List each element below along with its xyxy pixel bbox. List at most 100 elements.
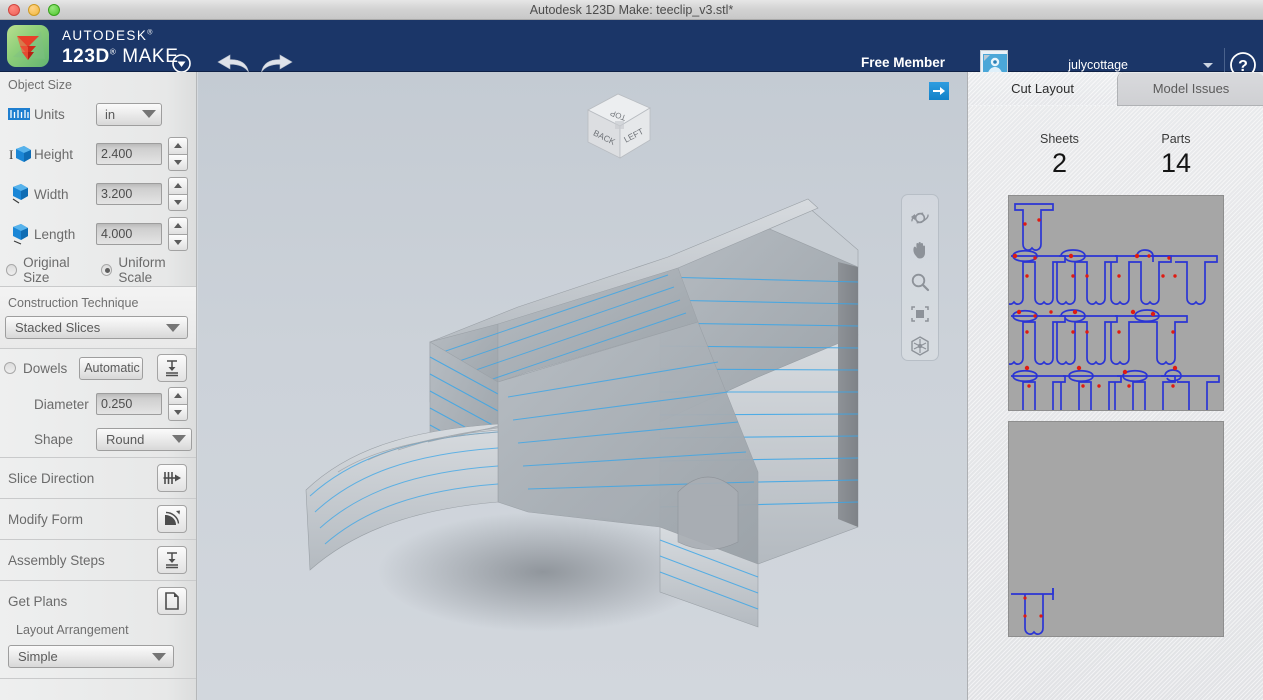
uniform-scale-radio[interactable]: Uniform Scale <box>101 255 196 285</box>
diameter-stepper[interactable] <box>168 387 188 421</box>
height-row: I Height <box>0 134 196 174</box>
navigation-toolbar[interactable] <box>901 194 939 361</box>
height-increment-button[interactable] <box>168 137 188 154</box>
get-plans-section[interactable]: Get Plans Layout Arrangement Simple <box>0 581 196 679</box>
tab-cut-layout[interactable]: Cut Layout <box>968 72 1117 106</box>
chevron-down-icon <box>172 435 186 443</box>
units-label: Units <box>34 106 65 122</box>
zoom-window-button[interactable] <box>48 4 60 16</box>
construction-technique-section: Construction Technique Stacked Slices <box>0 287 196 349</box>
dowels-mode-value: Automatic <box>84 361 140 375</box>
layout-arrangement-title: Layout Arrangement <box>16 623 129 637</box>
units-dropdown[interactable]: in <box>96 102 162 126</box>
diameter-decrement-button[interactable] <box>168 403 188 421</box>
width-increment-button[interactable] <box>168 177 188 194</box>
sheets-value: 2 <box>1051 148 1067 178</box>
modify-form-row[interactable]: Modify Form <box>0 499 196 539</box>
radio-dot <box>6 264 18 276</box>
modify-form-label: Modify Form <box>8 511 84 527</box>
slice-direction-label: Slice Direction <box>8 470 95 486</box>
sheet-thumbnail-1[interactable] <box>1007 195 1224 411</box>
construction-technique-value: Stacked Slices <box>15 320 101 335</box>
length-input[interactable] <box>96 223 162 245</box>
object-size-title: Object Size <box>8 78 72 92</box>
get-plans-row[interactable]: Get Plans <box>0 581 196 621</box>
shape-label: Shape <box>34 431 74 447</box>
right-panel-tabs[interactable]: Cut Layout Model Issues <box>968 72 1263 106</box>
orbit-icon[interactable] <box>906 205 934 230</box>
width-decrement-button[interactable] <box>168 193 188 211</box>
height-decrement-button[interactable] <box>168 153 188 171</box>
height-stepper[interactable] <box>168 137 188 171</box>
dowels-toggle-radio[interactable] <box>4 362 16 374</box>
length-cube-icon <box>8 223 34 245</box>
height-label: Height <box>34 146 74 162</box>
height-input[interactable] <box>96 143 162 165</box>
layout-arrangement-dropdown[interactable]: Simple <box>8 645 174 668</box>
app-window: Autodesk 123D Make: teeclip_v3.stl* AUTO… <box>0 0 1263 700</box>
length-stepper[interactable] <box>168 217 188 251</box>
modify-form-icon[interactable] <box>157 505 187 533</box>
shape-dropdown[interactable]: Round <box>96 427 192 451</box>
original-size-label: Original Size <box>23 255 70 285</box>
shape-value: Round <box>106 431 145 447</box>
parts-value: 14 <box>1160 148 1191 178</box>
width-stepper[interactable] <box>168 177 188 211</box>
object-size-section: Object Size Units in I Height 2.400 Widt… <box>0 72 196 287</box>
expand-arrow-icon[interactable] <box>929 82 949 100</box>
construction-technique-dropdown[interactable]: Stacked Slices <box>5 316 188 339</box>
pan-icon[interactable] <box>906 237 934 262</box>
view-cube-icon[interactable] <box>906 333 934 358</box>
autodesk-123d-logo-icon <box>7 25 49 67</box>
assembly-steps-row[interactable]: Assembly Steps <box>0 540 196 580</box>
width-input[interactable] <box>96 183 162 205</box>
width-row: Width <box>0 174 196 214</box>
stacked-slices-model[interactable] <box>198 72 967 700</box>
tab-model-issues[interactable]: Model Issues <box>1117 72 1263 106</box>
length-decrement-button[interactable] <box>168 233 188 251</box>
view-cube[interactable]: TOP BACK LEFT <box>576 88 662 166</box>
dowels-automatic-button[interactable]: Automatic <box>79 356 143 380</box>
3d-viewport[interactable]: TOP BACK LEFT <box>198 72 967 700</box>
app-menu-caret-icon[interactable] <box>172 54 191 73</box>
left-sidebar: Object Size Units in I Height 2.400 Widt… <box>0 72 197 700</box>
close-window-button[interactable] <box>8 4 20 16</box>
chevron-down-icon <box>142 110 156 118</box>
slice-direction-section[interactable]: Slice Direction <box>0 458 196 499</box>
layout-arrangement-value: Simple <box>18 649 58 664</box>
length-increment-button[interactable] <box>168 217 188 234</box>
original-size-radio[interactable]: Original Size <box>6 255 93 285</box>
membership-label: Free Member <box>860 55 945 70</box>
length-label: Length <box>34 226 76 242</box>
slice-direction-icon[interactable] <box>157 464 187 492</box>
window-title: Autodesk 123D Make: teeclip_v3.stl* <box>529 2 734 17</box>
zoom-icon[interactable] <box>906 269 934 294</box>
radio-dot-selected <box>101 264 113 276</box>
sheet-thumbnail-2[interactable]: 2 <box>1007 421 1224 637</box>
height-cube-icon: I <box>8 143 34 165</box>
modify-form-section[interactable]: Modify Form <box>0 499 196 540</box>
units-value: in <box>105 106 116 122</box>
user-menu-chevron-down-icon[interactable] <box>1203 63 1213 68</box>
shape-row: Shape Round <box>0 421 196 457</box>
diameter-input[interactable] <box>96 393 162 415</box>
brand-autodesk: AUTODESK <box>62 28 148 43</box>
diameter-increment-button[interactable] <box>168 387 188 404</box>
username-label[interactable]: julycottage <box>1068 58 1128 72</box>
traffic-lights[interactable] <box>8 4 60 16</box>
minimize-window-button[interactable] <box>28 4 40 16</box>
assembly-steps-label: Assembly Steps <box>8 552 105 568</box>
assembly-steps-icon[interactable] <box>157 546 187 574</box>
width-label: Width <box>34 186 69 202</box>
fit-icon[interactable] <box>906 301 934 326</box>
tab-model-issues-label: Model Issues <box>1152 81 1230 96</box>
parts-label: Parts <box>1161 132 1191 146</box>
get-plans-icon[interactable] <box>157 587 187 615</box>
layout-stats: Sheets 2 Parts 14 <box>968 132 1263 179</box>
assembly-steps-section[interactable]: Assembly Steps <box>0 540 196 581</box>
shape-spacer <box>8 428 34 450</box>
length-row: Length <box>0 214 196 254</box>
dowels-settings-icon[interactable] <box>157 354 187 382</box>
slice-direction-row[interactable]: Slice Direction <box>0 458 196 498</box>
dowels-row: Dowels Automatic <box>0 349 196 387</box>
